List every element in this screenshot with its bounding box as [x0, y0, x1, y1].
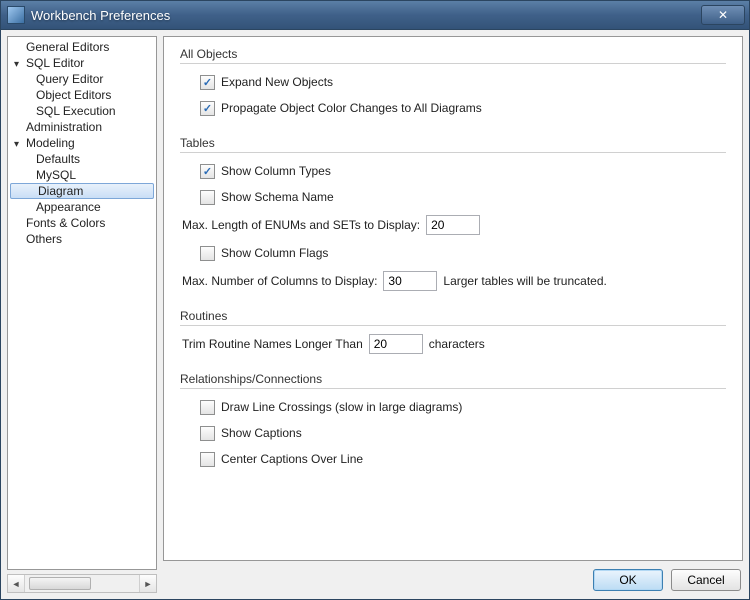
option-draw-line-crossings[interactable]: Draw Line Crossings (slow in large diagr… [200, 397, 726, 417]
checkbox-icon[interactable] [200, 164, 215, 179]
tree-item-label: Fonts & Colors [26, 216, 105, 230]
tree-item-label: Object Editors [36, 88, 111, 102]
option-trim-routine-names: Trim Routine Names Longer Than character… [182, 334, 726, 354]
checkbox-icon[interactable] [200, 452, 215, 467]
trim-length-input[interactable] [369, 334, 423, 354]
tree-item-label: General Editors [26, 40, 109, 54]
section-title: Tables [180, 136, 726, 153]
option-center-captions[interactable]: Center Captions Over Line [200, 449, 726, 469]
tree-item-label: Administration [26, 120, 102, 134]
tree-item[interactable]: Diagram [10, 183, 154, 199]
option-show-column-flags[interactable]: Show Column Flags [200, 243, 726, 263]
option-show-column-types[interactable]: Show Column Types [200, 161, 726, 181]
option-max-enum-length: Max. Length of ENUMs and SETs to Display… [182, 215, 726, 235]
option-label: Trim Routine Names Longer Than [182, 337, 363, 351]
section-relationships: Relationships/Connections Draw Line Cros… [180, 372, 726, 469]
option-label: Max. Length of ENUMs and SETs to Display… [182, 218, 420, 232]
option-label: Center Captions Over Line [221, 452, 363, 466]
tree-item[interactable]: Others [8, 231, 156, 247]
option-label-suffix: characters [429, 337, 485, 351]
main-container: All Objects Expand New Objects Propagate… [163, 36, 743, 593]
option-max-columns: Max. Number of Columns to Display: Large… [182, 271, 726, 291]
option-label: Show Schema Name [221, 190, 334, 204]
tree-item-label: Diagram [38, 184, 83, 198]
section-title: Relationships/Connections [180, 372, 726, 389]
close-icon: ✕ [718, 8, 728, 22]
tree-item[interactable]: SQL Execution [8, 103, 156, 119]
tree-item[interactable]: Modeling [8, 135, 156, 151]
checkbox-icon[interactable] [200, 426, 215, 441]
titlebar: Workbench Preferences ✕ [1, 1, 749, 30]
ok-button[interactable]: OK [593, 569, 663, 591]
sidebar-hscrollbar[interactable]: ◄ ► [7, 574, 157, 593]
checkbox-icon[interactable] [200, 101, 215, 116]
tree-item[interactable]: Administration [8, 119, 156, 135]
option-label: Draw Line Crossings (slow in large diagr… [221, 400, 462, 414]
max-columns-input[interactable] [383, 271, 437, 291]
tree-item[interactable]: Object Editors [8, 87, 156, 103]
option-label: Expand New Objects [221, 75, 333, 89]
tree-item-label: Appearance [36, 200, 101, 214]
tree-item[interactable]: SQL Editor [8, 55, 156, 71]
option-label: Max. Number of Columns to Display: [182, 274, 377, 288]
checkbox-icon[interactable] [200, 400, 215, 415]
cancel-button[interactable]: Cancel [671, 569, 741, 591]
checkbox-icon[interactable] [200, 75, 215, 90]
section-routines: Routines Trim Routine Names Longer Than … [180, 309, 726, 354]
option-label: Show Captions [221, 426, 302, 440]
section-title: Routines [180, 309, 726, 326]
scroll-left-icon[interactable]: ◄ [8, 575, 25, 592]
max-enum-input[interactable] [426, 215, 480, 235]
body: General Editors SQL Editor Query Editor Obj… [1, 30, 749, 599]
section-tables: Tables Show Column Types Show Schema Nam… [180, 136, 726, 291]
tree-item-label: Others [26, 232, 62, 246]
tree-item-label: MySQL [36, 168, 76, 182]
option-label: Propagate Object Color Changes to All Di… [221, 101, 482, 115]
preferences-window: Workbench Preferences ✕ General Editors S… [0, 0, 750, 600]
checkbox-icon[interactable] [200, 190, 215, 205]
tree-item[interactable]: Defaults [8, 151, 156, 167]
option-label: Show Column Types [221, 164, 331, 178]
close-button[interactable]: ✕ [701, 5, 745, 25]
section-title: All Objects [180, 47, 726, 64]
settings-panel: All Objects Expand New Objects Propagate… [163, 36, 743, 561]
window-title: Workbench Preferences [31, 8, 701, 23]
tree-item[interactable]: Query Editor [8, 71, 156, 87]
app-icon [7, 6, 25, 24]
tree-item-label: SQL Execution [36, 104, 116, 118]
option-show-captions[interactable]: Show Captions [200, 423, 726, 443]
tree-item-label: Defaults [36, 152, 80, 166]
tree-item[interactable]: Appearance [8, 199, 156, 215]
scroll-right-icon[interactable]: ► [139, 575, 156, 592]
option-hint: Larger tables will be truncated. [443, 274, 606, 288]
tree-item[interactable]: MySQL [8, 167, 156, 183]
checkbox-icon[interactable] [200, 246, 215, 261]
option-show-schema-name[interactable]: Show Schema Name [200, 187, 726, 207]
tree-item-label: Query Editor [36, 72, 103, 86]
section-all-objects: All Objects Expand New Objects Propagate… [180, 47, 726, 118]
category-tree[interactable]: General Editors SQL Editor Query Editor Obj… [7, 36, 157, 570]
tree-item[interactable]: Fonts & Colors [8, 215, 156, 231]
scroll-track[interactable] [25, 575, 139, 592]
tree-item-label: SQL Editor [26, 56, 84, 70]
scroll-thumb[interactable] [29, 577, 91, 590]
option-propagate-color[interactable]: Propagate Object Color Changes to All Di… [200, 98, 726, 118]
tree-item-label: Modeling [26, 136, 75, 150]
sidebar-container: General Editors SQL Editor Query Editor Obj… [7, 36, 157, 593]
option-label: Show Column Flags [221, 246, 328, 260]
tree-item[interactable]: General Editors [8, 39, 156, 55]
option-expand-new-objects[interactable]: Expand New Objects [200, 72, 726, 92]
dialog-footer: OK Cancel [163, 561, 743, 593]
